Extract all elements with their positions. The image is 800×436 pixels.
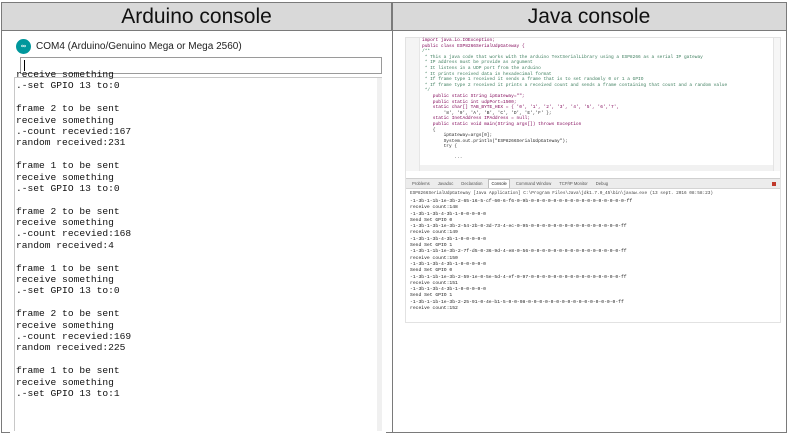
arduino-window-title: COM4 (Arduino/Genuino Mega or Mega 2560): [36, 40, 242, 52]
serial-output-line: random received:225: [16, 342, 126, 354]
serial-output-line: [16, 354, 131, 365]
serial-output-line: random received:4: [16, 239, 114, 251]
console-output-lines: -1-3b-1-1b-1e-3b-2-65-16-5-cf-60-6-f6-0-…: [410, 199, 632, 312]
arduino-serial-monitor: ∞ COM4 (Arduino/Genuino Mega or Mega 256…: [10, 35, 386, 433]
tab-console[interactable]: Console: [488, 179, 510, 188]
serial-output-line: receive something: [16, 376, 114, 388]
tab-command-window[interactable]: Command Window: [514, 181, 553, 186]
arduino-console-header: Arduino console: [2, 3, 392, 31]
serial-output-line: .-set GPIO 13 to:0: [16, 182, 120, 194]
console-view: Problems Javadoc Declaration Console Command…: [406, 178, 780, 322]
serial-output-line: frame 1 to be sent: [16, 365, 120, 377]
console-output-line: receive count:152: [410, 306, 458, 312]
serial-output-scrollbar[interactable]: [377, 78, 382, 431]
serial-output-line: receive something: [16, 217, 114, 229]
tab-javadoc[interactable]: Javadoc: [436, 181, 456, 186]
serial-output-line: random received:231: [16, 137, 126, 149]
serial-output-line: .-set GPIO 13 to:0: [16, 285, 120, 297]
tab-tcp-ip-monitor[interactable]: TCP/IP Monitor: [557, 181, 590, 186]
serial-output-line: frame 2 to be sent: [16, 205, 120, 217]
editor-gutter: [406, 38, 420, 171]
serial-output-line: .-set GPIO 13 to:0: [16, 80, 120, 92]
serial-output-line: receive something: [16, 114, 114, 126]
serial-output-line: [16, 149, 131, 160]
serial-output-line: [16, 251, 131, 262]
tab-problems[interactable]: Problems: [410, 181, 432, 186]
serial-output-line: .-count recevied:169: [16, 330, 132, 342]
view-tab-bar: Problems Javadoc Declaration Console Command…: [406, 179, 780, 189]
editor-horizontal-scrollbar[interactable]: [420, 165, 773, 171]
console-process-line: ESP8266SerialUdpGateway [Java Applicatio…: [410, 191, 714, 196]
serial-output-line: receive something: [16, 69, 114, 80]
arduino-window-title-bar: ∞ COM4 (Arduino/Genuino Mega or Mega 256…: [16, 37, 242, 55]
java-console-header: Java console: [392, 3, 786, 31]
serial-output-line: .-set GPIO 13 to:1: [16, 387, 120, 399]
terminate-icon[interactable]: [772, 181, 776, 186]
editor-vertical-scrollbar[interactable]: [773, 38, 780, 171]
serial-output-line: frame 1 to be sent: [16, 262, 120, 274]
serial-output-line: [16, 194, 131, 205]
code-line: ...: [422, 155, 463, 161]
serial-output-line: [16, 92, 131, 103]
serial-output-line: receive something: [16, 319, 114, 331]
comparison-table: Arduino console Java console ∞ COM4 (Ard…: [1, 2, 787, 433]
column-divider: [392, 3, 393, 432]
serial-output-lines: receive something .-set GPIO 13 to:0 frame…: [16, 69, 131, 399]
serial-output-line: frame 2 to be sent: [16, 308, 120, 320]
serial-output-line: .-count recevied:168: [16, 228, 132, 240]
code-line: * If frame type 2 received it prints a r…: [422, 82, 728, 88]
eclipse-window: import java.io.IOException; public class …: [405, 37, 781, 323]
serial-output-line: receive something: [16, 274, 114, 286]
serial-output-line: frame 2 to be sent: [16, 103, 120, 115]
serial-output-line: .-count recevied:167: [16, 125, 132, 137]
tab-declaration[interactable]: Declaration: [459, 181, 484, 186]
console-output-line: -1-3b-1-1b-1e-3b-2-7f-d5-0-36-9d-4-e8-0-…: [410, 249, 627, 255]
arduino-logo-icon: ∞: [16, 38, 31, 54]
code-lines: import java.io.IOException; public class …: [422, 38, 727, 161]
tab-debug[interactable]: Debug: [594, 181, 610, 186]
code-editor[interactable]: import java.io.IOException; public class …: [406, 38, 780, 171]
console-output-line: -1-3b-1-1b-1e-3b-2-59-1e-0-5e-5d-4-ef-0-…: [410, 274, 627, 280]
serial-output-line: [16, 297, 131, 308]
serial-output-line: frame 1 to be sent: [16, 160, 120, 172]
serial-output-line: receive something: [16, 171, 114, 183]
